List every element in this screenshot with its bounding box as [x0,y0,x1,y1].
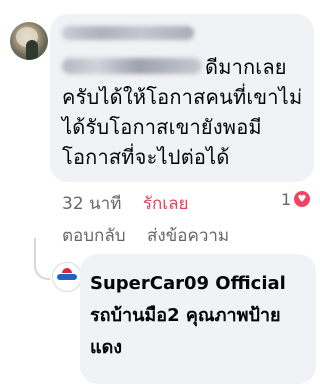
car-logo-icon [62,268,72,273]
comment-text: ดีมากเลยครับได้ให้โอกาสคนที่เขาไม่ได้รับ… [62,52,312,172]
love-reaction-button[interactable]: รักเลย [143,194,189,214]
reply-author-name[interactable]: SuperCar09 Official [90,273,286,294]
comment-meta: 32 นาที รักเลย [62,190,188,217]
avatar-photo-figure [26,40,38,60]
car-logo-bar [57,274,77,280]
send-message-button[interactable]: ส่งข้อความ [147,226,229,246]
commenter-avatar[interactable] [10,22,48,60]
comment-text-rest: ครับได้ให้โอกาสคนที่เขาไม่ได้รับโอกาสเขา… [62,85,303,169]
comment-actions: ตอบกลับ ส่งข้อความ [62,222,229,249]
reply-thread-line [34,238,50,280]
reply-text: SuperCar09 Official รถบ้านมือ2 คุณภาพป้า… [90,268,310,364]
reply-author-avatar[interactable] [52,262,82,292]
comment-time[interactable]: 32 นาที [62,194,121,214]
reply-body: รถบ้านมือ2 คุณภาพป้ายแดง [90,305,281,358]
reply-bubble: SuperCar09 Official รถบ้านมือ2 คุณภาพป้า… [80,254,316,384]
blurred-author-name[interactable] [62,26,194,40]
comment-bubble: ดีมากเลยครับได้ให้โอกาสคนที่เขาไม่ได้รับ… [50,14,314,182]
heart-icon[interactable]: ♥ [294,191,310,207]
reply-button[interactable]: ตอบกลับ [62,226,126,246]
reaction-count[interactable]: 1 [281,190,291,209]
comment-text-first: ดีมากเลย [205,55,287,79]
